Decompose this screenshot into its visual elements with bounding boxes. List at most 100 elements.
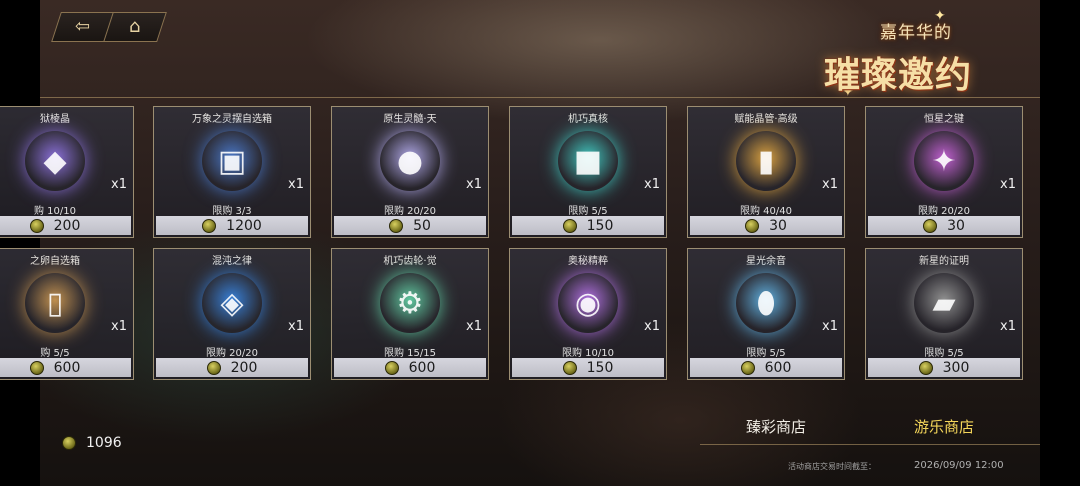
price-bar: 30 <box>690 216 842 235</box>
item-name: 机巧齿轮·觉 <box>383 256 437 267</box>
coin-icon <box>202 218 217 233</box>
item-icon: ▯ <box>25 273 85 333</box>
cube-core-icon: ■ <box>573 143 603 179</box>
price-bar: 150 <box>512 216 664 235</box>
shop-item-card[interactable]: 奥秘精粹 ◉ x1 限购 10/10 150 <box>509 248 667 380</box>
coin-icon <box>62 436 76 450</box>
currency-balance: 1096 <box>62 435 122 451</box>
item-name: 星光余音 <box>746 256 786 267</box>
item-price: 150 <box>586 217 614 234</box>
item-quantity: x1 <box>288 319 304 334</box>
purchase-limit: 购 10/10 <box>34 206 76 217</box>
item-quantity: x1 <box>466 319 482 334</box>
item-quantity: x1 <box>288 177 304 192</box>
star-key-icon: ✦ <box>931 143 957 179</box>
item-icon: ◆ <box>25 131 85 191</box>
shop-item-card[interactable]: 原生灵髓·天 ● x1 限购 20/20 50 <box>331 106 489 238</box>
purchase-limit: 购 5/5 <box>40 348 70 359</box>
coin-icon <box>923 218 938 233</box>
item-price: 150 <box>586 359 614 376</box>
item-name: 狱棱晶 <box>40 114 70 125</box>
item-icon: ⬮ <box>736 273 796 333</box>
item-icon: ◉ <box>558 273 618 333</box>
item-icon: ◈ <box>202 273 262 333</box>
item-quantity: x1 <box>1000 177 1016 192</box>
item-quantity: x1 <box>822 319 838 334</box>
item-icon: ● <box>380 131 440 191</box>
coin-icon <box>29 218 44 233</box>
shop-item-card[interactable]: 机巧真核 ■ x1 限购 5/5 150 <box>509 106 667 238</box>
coin-icon <box>740 360 755 375</box>
item-quantity: x1 <box>466 177 482 192</box>
star-jar-icon: ⬮ <box>756 285 776 321</box>
item-name: 机巧真核 <box>568 114 608 125</box>
shop-item-card[interactable]: 恒星之键 ✦ x1 限购 20/20 30 <box>865 106 1023 238</box>
item-quantity: x1 <box>1000 319 1016 334</box>
item-price: 300 <box>942 359 970 376</box>
item-name: 恒星之键 <box>924 114 964 125</box>
item-price: 30 <box>947 217 965 234</box>
purchase-limit: 限购 5/5 <box>746 348 786 359</box>
price-bar: 600 <box>334 358 486 377</box>
shop-item-card[interactable]: 机巧齿轮·觉 ⚙ x1 限购 15/15 600 <box>331 248 489 380</box>
coin-icon <box>562 360 577 375</box>
coin-icon <box>562 218 577 233</box>
item-name: 之卵自选箱 <box>30 256 80 267</box>
coin-icon <box>206 360 221 375</box>
item-price: 600 <box>408 359 436 376</box>
price-bar: 150 <box>512 358 664 377</box>
item-quantity: x1 <box>644 177 660 192</box>
price-bar: 200 <box>156 358 308 377</box>
shop-item-card[interactable]: 星光余音 ⬮ x1 限购 5/5 600 <box>687 248 845 380</box>
price-bar: 200 <box>0 216 131 235</box>
item-name: 赋能晶管·高级 <box>734 114 798 125</box>
item-price: 1200 <box>226 217 262 234</box>
item-quantity: x1 <box>111 177 127 192</box>
price-bar: 30 <box>868 216 1020 235</box>
item-price: 600 <box>764 359 792 376</box>
crystal-tube-icon: ▮ <box>757 143 775 179</box>
treasure-chest-icon: ▣ <box>217 143 247 179</box>
item-name: 原生灵髓·天 <box>383 114 437 125</box>
item-icon: ✦ <box>914 131 974 191</box>
price-bar: 600 <box>690 358 842 377</box>
arcane-essence-icon: ◉ <box>574 285 602 321</box>
item-icon: ⚙ <box>380 273 440 333</box>
item-price: 200 <box>53 217 81 234</box>
shop-item-card[interactable]: 混沌之律 ◈ x1 限购 20/20 200 <box>153 248 311 380</box>
item-icon: ■ <box>558 131 618 191</box>
item-name: 新星的证明 <box>919 256 969 267</box>
coin-icon <box>745 218 760 233</box>
shop-item-card[interactable]: 赋能晶管·高级 ▮ x1 限购 40/40 30 <box>687 106 845 238</box>
item-quantity: x1 <box>644 319 660 334</box>
shop-deadline-time: 2026/09/09 12:00 <box>914 460 1004 471</box>
purchase-limit: 限购 15/15 <box>384 348 436 359</box>
item-name: 万象之灵摆自选箱 <box>192 114 272 125</box>
item-price: 30 <box>769 217 787 234</box>
purchase-limit: 限购 20/20 <box>918 206 970 217</box>
chaos-cube-icon: ◈ <box>220 285 244 321</box>
orb-icon: ● <box>396 143 424 179</box>
purchase-limit: 限购 5/5 <box>568 206 608 217</box>
shop-grid: 狱棱晶 ◆ x1 购 10/10 200 万象之灵摆自选箱 ▣ x1 限购 3/… <box>0 0 1080 486</box>
shop-item-card[interactable]: 狱棱晶 ◆ x1 购 10/10 200 <box>0 106 134 238</box>
price-bar: 300 <box>868 358 1020 377</box>
tab-zhencai-shop[interactable]: 臻彩商店 <box>746 416 806 437</box>
purchase-limit: 限购 5/5 <box>924 348 964 359</box>
item-quantity: x1 <box>111 319 127 334</box>
shop-item-card[interactable]: 万象之灵摆自选箱 ▣ x1 限购 3/3 1200 <box>153 106 311 238</box>
gear-icon: ⚙ <box>396 285 424 321</box>
purchase-limit: 限购 20/20 <box>206 348 258 359</box>
shop-item-card[interactable]: 之卵自选箱 ▯ x1 购 5/5 600 <box>0 248 134 380</box>
shop-deadline-label: 活动商店交易时间截至： <box>788 462 876 471</box>
shop-item-card[interactable]: 新星的证明 ▰ x1 限购 5/5 300 <box>865 248 1023 380</box>
price-bar: 1200 <box>156 216 308 235</box>
purchase-limit: 限购 3/3 <box>212 206 252 217</box>
item-price: 50 <box>413 217 431 234</box>
item-price: 200 <box>230 359 258 376</box>
tab-youle-shop[interactable]: 游乐商店 <box>914 416 974 437</box>
crystal-icon: ◆ <box>43 143 67 179</box>
item-icon: ▰ <box>914 273 974 333</box>
item-name: 混沌之律 <box>212 256 252 267</box>
purchase-limit: 限购 40/40 <box>740 206 792 217</box>
